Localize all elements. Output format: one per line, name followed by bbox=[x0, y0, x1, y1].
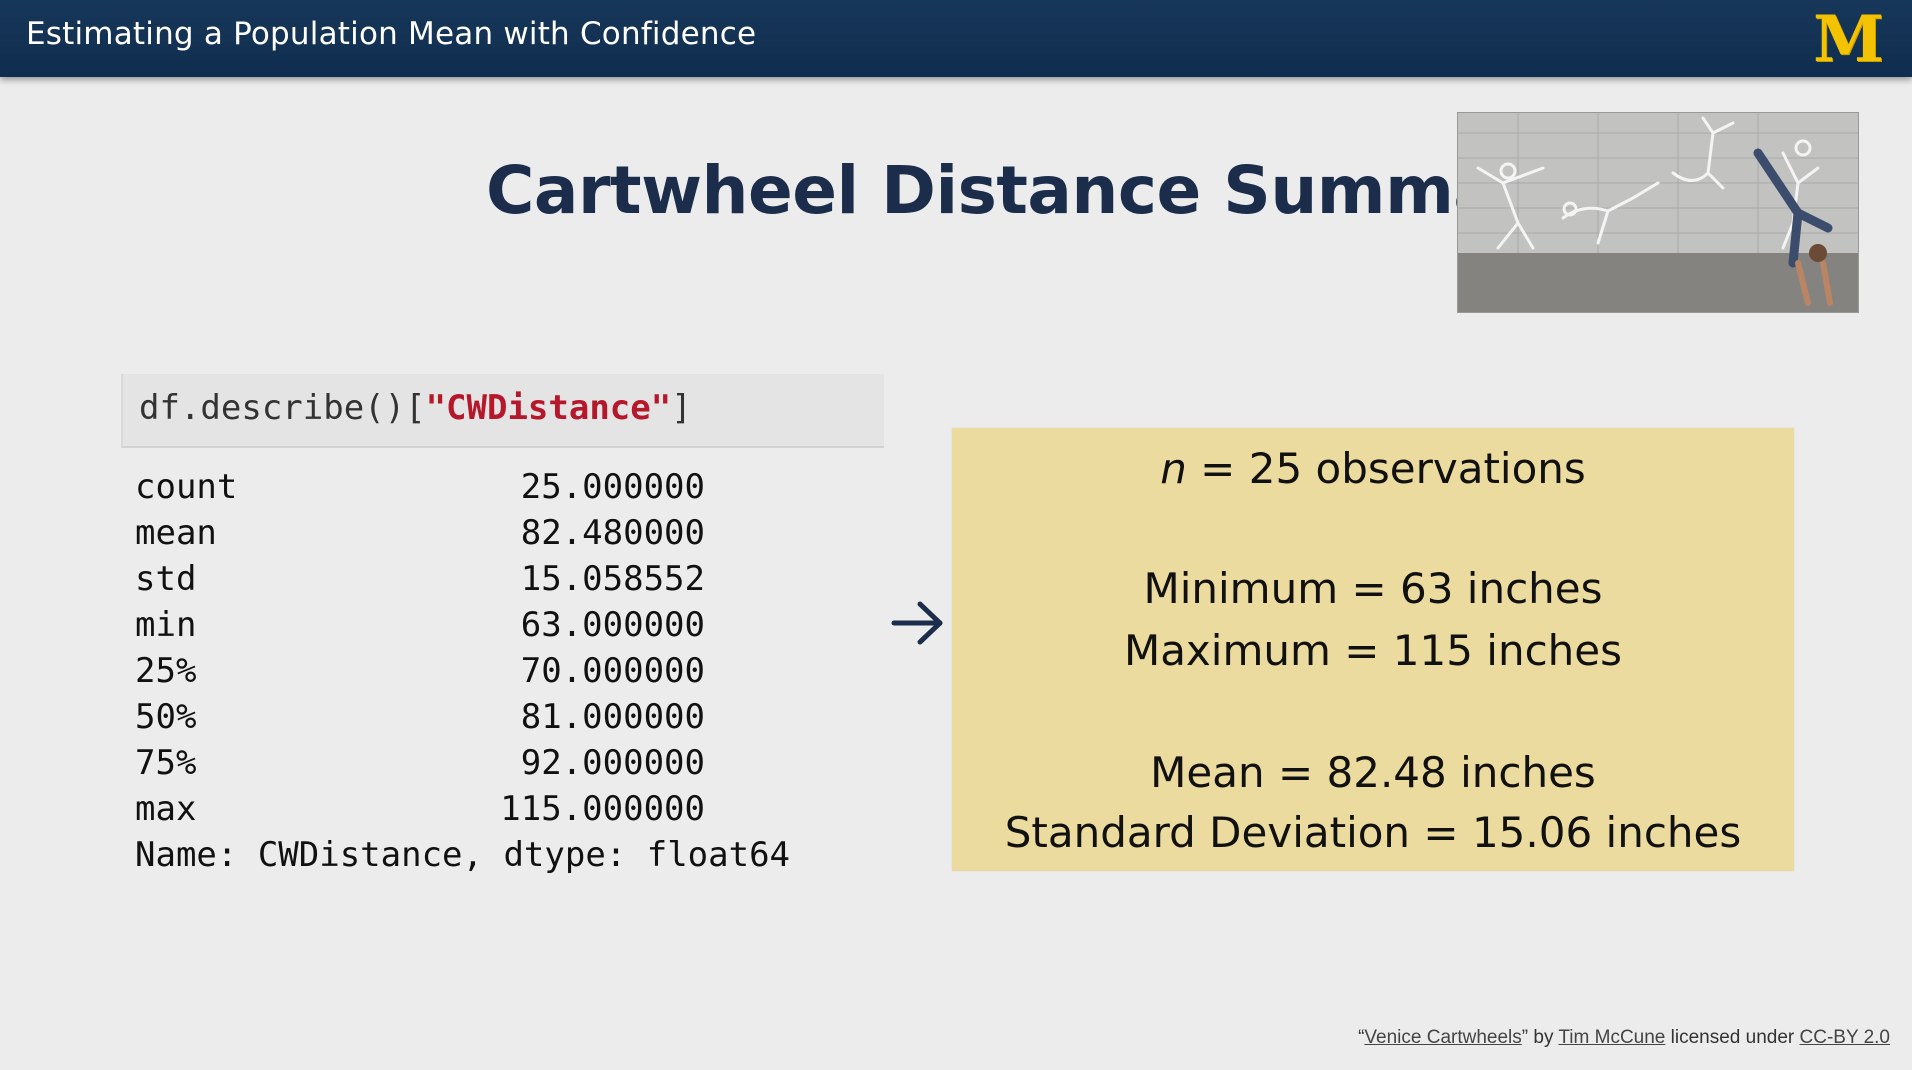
stat-name: min bbox=[135, 605, 197, 645]
stat-name: 50% bbox=[135, 697, 197, 737]
stat-value: 70.000000 bbox=[520, 651, 705, 691]
output-row: 75% 92.000000 bbox=[135, 740, 790, 786]
mean-line: Mean = 82.48 inches bbox=[1150, 748, 1596, 797]
stat-value: 115.000000 bbox=[500, 789, 705, 829]
output-row: max 115.000000 bbox=[135, 786, 790, 832]
output-row: min 63.000000 bbox=[135, 602, 790, 648]
minimum-line: Minimum = 63 inches bbox=[1143, 564, 1603, 613]
stat-value: 92.000000 bbox=[520, 743, 705, 783]
output-row: 50% 81.000000 bbox=[135, 694, 790, 740]
work-title-link[interactable]: Venice Cartwheels bbox=[1364, 1027, 1521, 1048]
sample-size-line: n = 25 observations bbox=[952, 444, 1794, 493]
summary-box: n = 25 observations Minimum = 63 inches … bbox=[952, 428, 1794, 871]
n-text: = 25 observations bbox=[1186, 444, 1586, 493]
sd-line: Standard Deviation = 15.06 inches bbox=[1004, 808, 1742, 857]
stat-value: 82.480000 bbox=[520, 513, 705, 553]
code-cell[interactable]: df.describe()["CWDistance"] bbox=[121, 374, 884, 448]
code-suffix: ] bbox=[671, 388, 692, 428]
credit-by: ” by bbox=[1521, 1027, 1559, 1048]
university-logo: M bbox=[1813, 2, 1884, 77]
stat-name: max bbox=[135, 789, 197, 829]
credit-licensed: licensed under bbox=[1665, 1027, 1800, 1048]
cartwheel-photo bbox=[1457, 112, 1859, 313]
output-row: std 15.058552 bbox=[135, 556, 790, 602]
code-input: df.describe()["CWDistance"] bbox=[139, 388, 692, 428]
maximum-line: Maximum = 115 inches bbox=[1123, 626, 1623, 675]
describe-output: count 25.000000 mean 82.480000 std 15.05855… bbox=[135, 464, 790, 878]
output-row: mean 82.480000 bbox=[135, 510, 790, 556]
stat-name: std bbox=[135, 559, 197, 599]
code-prefix: df.describe()[ bbox=[139, 388, 426, 428]
arrow-right-icon bbox=[890, 598, 946, 648]
code-string-arg: "CWDistance" bbox=[425, 388, 672, 428]
lecture-title: Estimating a Population Mean with Confid… bbox=[26, 16, 757, 52]
stat-value: 63.000000 bbox=[520, 605, 705, 645]
output-row: count 25.000000 bbox=[135, 464, 790, 510]
header-bar: Estimating a Population Mean with Confid… bbox=[0, 0, 1912, 77]
stat-value: 81.000000 bbox=[520, 697, 705, 737]
stat-value: 25.000000 bbox=[520, 467, 705, 507]
n-symbol: n bbox=[1160, 444, 1187, 493]
output-footer: Name: CWDistance, dtype: float64 bbox=[135, 835, 791, 875]
stat-name: 25% bbox=[135, 651, 197, 691]
stat-name: 75% bbox=[135, 743, 197, 783]
stat-name: mean bbox=[135, 513, 217, 553]
author-link[interactable]: Tim McCune bbox=[1558, 1027, 1665, 1048]
slide-title: Cartwheel Distance Summary bbox=[486, 152, 1572, 229]
stat-value: 15.058552 bbox=[520, 559, 705, 599]
stat-name: count bbox=[135, 467, 238, 507]
output-row: 25% 70.000000 bbox=[135, 648, 790, 694]
image-credit: “Venice Cartwheels” by Tim McCune licens… bbox=[1358, 1027, 1890, 1049]
cartwheel-photo-illustration bbox=[1458, 113, 1858, 312]
license-link[interactable]: CC-BY 2.0 bbox=[1800, 1027, 1890, 1048]
